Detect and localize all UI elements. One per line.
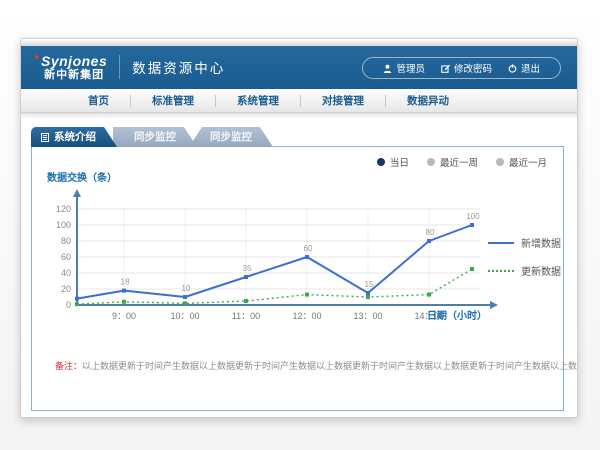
- footnote-text: 以上数据更新于时间产生数据以上数据更新于时间产生数据以上数据更新于时间产生数据以…: [82, 361, 578, 371]
- nav-item-interface-mgmt[interactable]: 对接管理: [301, 93, 385, 108]
- edit-icon: [441, 64, 450, 73]
- main-nav: 首页 标准管理 系统管理 对接管理 数据异动: [21, 89, 577, 113]
- svg-text:9：00: 9：00: [112, 311, 136, 321]
- nav-item-standard-mgmt[interactable]: 标准管理: [131, 93, 215, 108]
- filter-label: 当日: [390, 155, 409, 169]
- footnote: 备注：以上数据更新于时间产生数据以上数据更新于时间产生数据以上数据更新于时间产生…: [55, 359, 560, 372]
- svg-text:13：00: 13：00: [353, 311, 382, 321]
- admin-label: 管理员: [396, 61, 425, 75]
- filter-today[interactable]: 当日: [377, 155, 409, 169]
- svg-text:11：00: 11：00: [232, 311, 260, 321]
- svg-text:35: 35: [243, 264, 252, 273]
- admin-user-button[interactable]: 管理员: [375, 61, 433, 75]
- green-dotted-sample-icon: [488, 270, 514, 272]
- svg-text:0: 0: [66, 300, 71, 310]
- radio-icon: [496, 158, 504, 166]
- svg-text:10：00: 10：00: [170, 311, 199, 321]
- page-title: 数据资源中心: [132, 57, 225, 77]
- nav-item-system-mgmt[interactable]: 系统管理: [216, 93, 300, 108]
- tab-label: 系统介绍: [54, 127, 96, 147]
- document-icon: [41, 133, 49, 142]
- legend-label: 更新数据: [521, 263, 561, 278]
- y-axis-title: 数据交换（条）: [47, 169, 117, 184]
- radio-icon: [377, 158, 385, 166]
- chart-legend: 新增数据 更新数据: [488, 235, 561, 278]
- footnote-label: 备注：: [55, 361, 82, 371]
- tab-bar: 系统介绍 同步监控 同步监控: [31, 127, 273, 147]
- filter-last-week[interactable]: 最近一周: [427, 155, 478, 169]
- svg-text:100: 100: [56, 220, 71, 230]
- x-axis-title: 日期（小时）: [427, 307, 487, 322]
- logout-button[interactable]: 退出: [500, 61, 548, 75]
- window-top-strip: [21, 39, 577, 46]
- logout-label: 退出: [521, 61, 540, 75]
- tab-sync-monitor-2[interactable]: 同步监控: [189, 127, 273, 147]
- change-password-label: 修改密码: [454, 61, 492, 75]
- filter-label: 最近一周: [440, 155, 478, 169]
- svg-text:80: 80: [61, 236, 71, 246]
- tab-sync-monitor-1[interactable]: 同步监控: [113, 127, 197, 147]
- blue-line-sample-icon: [488, 242, 514, 244]
- svg-text:10: 10: [182, 284, 191, 293]
- nav-item-data-change[interactable]: 数据异动: [386, 93, 470, 108]
- logo-text-cn: 新中新集团: [41, 69, 107, 81]
- logo-red-dot-icon: [35, 55, 39, 59]
- svg-text:20: 20: [61, 284, 71, 294]
- app-header: Synjones 新中新集团 数据资源中心 管理员 修改密码 退出: [21, 46, 577, 89]
- brand: Synjones 新中新集团 数据资源中心: [35, 54, 225, 81]
- tab-system-intro[interactable]: 系统介绍: [31, 127, 117, 147]
- svg-text:60: 60: [304, 244, 313, 253]
- legend-item-updated-data[interactable]: 更新数据: [488, 263, 561, 278]
- svg-text:100: 100: [466, 212, 480, 221]
- company-logo: Synjones 新中新集团: [35, 54, 107, 81]
- svg-text:40: 40: [61, 268, 71, 278]
- svg-text:18: 18: [121, 278, 130, 287]
- filter-last-month[interactable]: 最近一月: [496, 155, 547, 169]
- brand-divider: [119, 55, 120, 79]
- svg-text:120: 120: [56, 204, 71, 214]
- svg-text:60: 60: [61, 252, 71, 262]
- filter-label: 最近一月: [509, 155, 547, 169]
- desktop-background: Synjones 新中新集团 数据资源中心 管理员 修改密码 退出: [0, 0, 600, 450]
- user-toolbar: 管理员 修改密码 退出: [362, 57, 561, 79]
- logo-text-en: Synjones: [41, 54, 107, 69]
- change-password-button[interactable]: 修改密码: [433, 61, 500, 75]
- user-icon: [383, 64, 392, 73]
- radio-icon: [427, 158, 435, 166]
- app-window: Synjones 新中新集团 数据资源中心 管理员 修改密码 退出: [20, 38, 578, 418]
- legend-item-new-data[interactable]: 新增数据: [488, 235, 561, 250]
- svg-text:12：00: 12：00: [292, 311, 321, 321]
- svg-text:80: 80: [426, 228, 435, 237]
- svg-text:15: 15: [365, 280, 374, 289]
- time-filter-group: 当日 最近一周 最近一月: [377, 155, 547, 169]
- nav-item-home[interactable]: 首页: [67, 93, 130, 108]
- content-area: 系统介绍 同步监控 同步监控 当日 最近一周: [21, 118, 577, 418]
- legend-label: 新增数据: [521, 235, 561, 250]
- chart-panel: 当日 最近一周 最近一月 数据交换（条） 0 20 40 60 80 100 120 9：00…: [31, 146, 564, 411]
- power-icon: [508, 64, 517, 73]
